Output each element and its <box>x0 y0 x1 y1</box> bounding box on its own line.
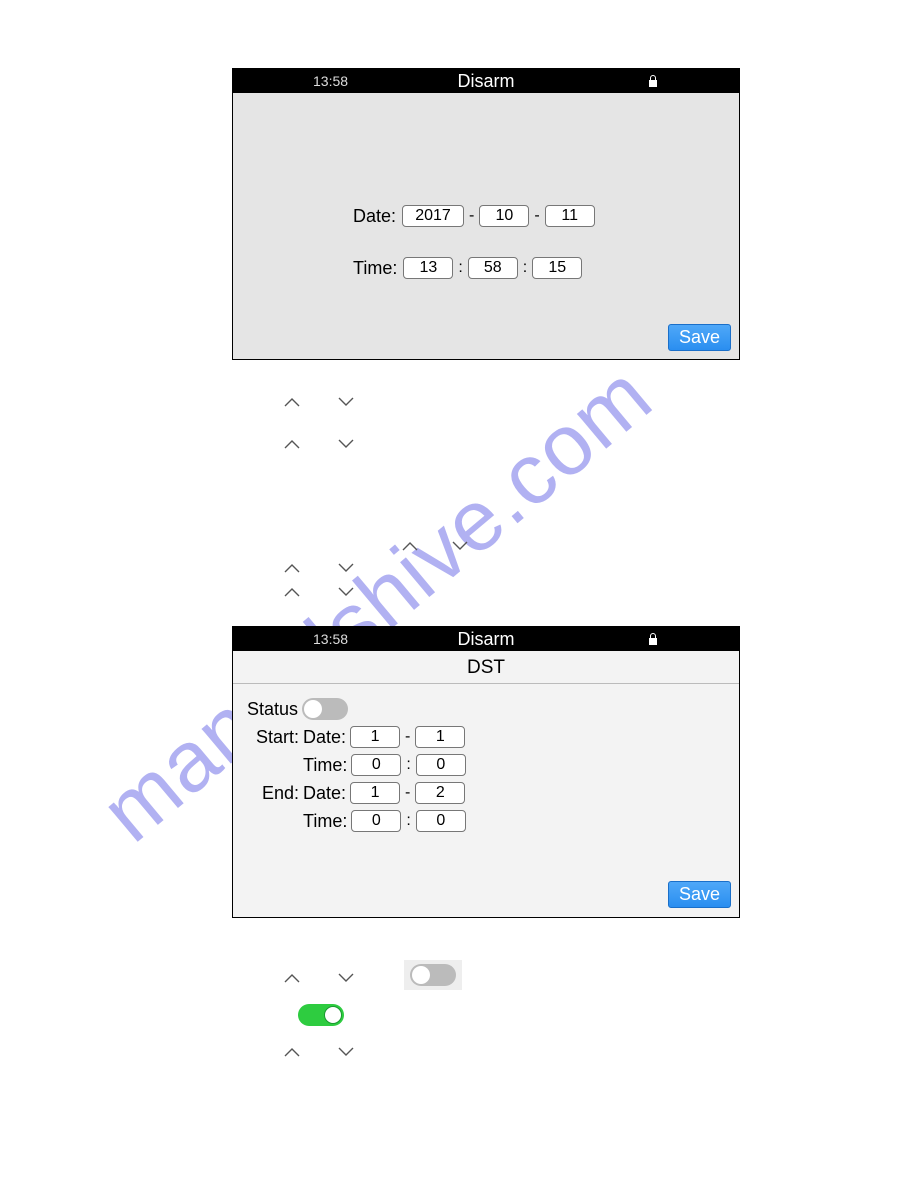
date-year-field[interactable]: 2017 <box>402 205 464 227</box>
time-label: Time: <box>303 811 347 832</box>
chevron-down-icon[interactable] <box>338 394 354 404</box>
date-label: Date: <box>353 206 396 227</box>
end-time-hour-field[interactable]: 0 <box>351 810 401 832</box>
status-row: Status <box>247 698 725 720</box>
chevron-up-icon[interactable] <box>284 436 300 446</box>
chevron-down-icon[interactable] <box>338 1044 354 1054</box>
toggle-off-icon[interactable] <box>410 964 456 986</box>
chevron-down-icon[interactable] <box>338 436 354 446</box>
status-label: Status <box>247 699 298 720</box>
save-button[interactable]: Save <box>668 881 731 908</box>
chevron-up-icon[interactable] <box>284 1044 300 1054</box>
status-bar: 13:58 Disarm <box>233 627 739 651</box>
dst-screen: 13:58 Disarm DST Status Start: Date: 1 -… <box>232 626 740 918</box>
separator-colon: : <box>518 259 532 277</box>
status-bar-title: Disarm <box>233 71 739 92</box>
separator-colon: : <box>401 812 415 830</box>
separator-dash: - <box>464 207 479 225</box>
lock-icon <box>647 74 659 88</box>
end-label: End: <box>247 783 299 804</box>
chevron-down-icon[interactable] <box>338 970 354 980</box>
dst-status-toggle[interactable] <box>302 698 348 720</box>
chevron-up-icon[interactable] <box>284 394 300 404</box>
toggle-on-example <box>298 1004 344 1026</box>
chevron-up-icon[interactable] <box>284 560 300 570</box>
chevron-down-icon[interactable] <box>338 584 354 594</box>
toggle-off-example <box>404 960 462 990</box>
time-minute-field[interactable]: 58 <box>468 257 518 279</box>
chevron-up-icon[interactable] <box>284 970 300 980</box>
toggle-on-icon[interactable] <box>298 1004 344 1026</box>
separator-colon: : <box>453 259 467 277</box>
separator-dash: - <box>400 784 415 802</box>
end-date-month-field[interactable]: 1 <box>350 782 400 804</box>
start-time-hour-field[interactable]: 0 <box>351 754 401 776</box>
save-button[interactable]: Save <box>668 324 731 351</box>
start-date-day-field[interactable]: 1 <box>415 726 465 748</box>
separator-dash: - <box>400 728 415 746</box>
time-hour-field[interactable]: 13 <box>403 257 453 279</box>
start-time-minute-field[interactable]: 0 <box>416 754 466 776</box>
dst-header: DST <box>233 651 739 684</box>
date-time-screen: 13:58 Disarm Date: 2017 - 10 - 11 Time: … <box>232 68 740 360</box>
start-label: Start: <box>247 727 299 748</box>
start-date-month-field[interactable]: 1 <box>350 726 400 748</box>
end-time-minute-field[interactable]: 0 <box>416 810 466 832</box>
chevron-up-icon[interactable] <box>402 538 418 548</box>
date-label: Date: <box>303 783 346 804</box>
chevron-down-icon[interactable] <box>452 538 468 548</box>
status-bar-title: Disarm <box>233 629 739 650</box>
chevron-down-icon[interactable] <box>338 560 354 570</box>
date-day-field[interactable]: 11 <box>545 205 595 227</box>
end-date-day-field[interactable]: 2 <box>415 782 465 804</box>
time-label: Time: <box>303 755 347 776</box>
lock-icon <box>647 632 659 646</box>
status-bar: 13:58 Disarm <box>233 69 739 93</box>
date-month-field[interactable]: 10 <box>479 205 529 227</box>
separator-colon: : <box>401 756 415 774</box>
time-second-field[interactable]: 15 <box>532 257 582 279</box>
separator-dash: - <box>529 207 544 225</box>
time-label: Time: <box>353 258 397 279</box>
chevron-up-icon[interactable] <box>284 584 300 594</box>
status-bar-time: 13:58 <box>313 631 348 647</box>
date-label: Date: <box>303 727 346 748</box>
status-bar-time: 13:58 <box>313 73 348 89</box>
